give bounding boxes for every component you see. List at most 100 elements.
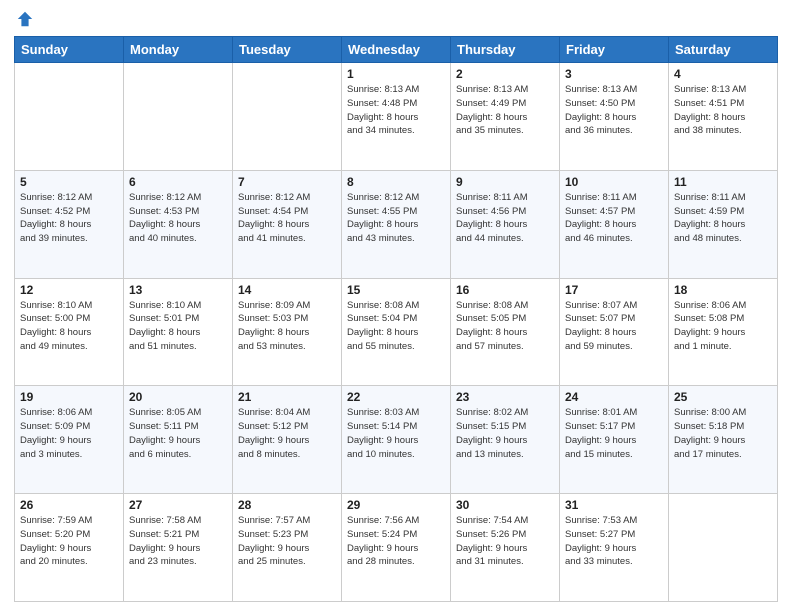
day-info: Sunrise: 8:03 AMSunset: 5:14 PMDaylight:… <box>347 406 445 461</box>
calendar-cell: 16 Sunrise: 8:08 AMSunset: 5:05 PMDayligh… <box>451 278 560 386</box>
day-info: Sunrise: 7:56 AMSunset: 5:24 PMDaylight:… <box>347 514 445 569</box>
day-number: 15 <box>347 283 445 297</box>
calendar-cell <box>15 63 124 171</box>
day-number: 1 <box>347 67 445 81</box>
calendar-cell: 15Sunrise: 8:08 AMSunset: 5:04 PMDayligh… <box>342 278 451 386</box>
day-info: Sunrise: 8:11 AMSunset: 4:56 PMDaylight:… <box>456 191 554 246</box>
calendar-cell: 6 Sunrise: 8:12 AMSunset: 4:53 PMDaylight… <box>124 170 233 278</box>
calendar-week-3: 12 Sunrise: 8:10 AMSunset: 5:00 PMDayligh… <box>15 278 778 386</box>
calendar-cell: 19 Sunrise: 8:06 AMSunset: 5:09 PMDayligh… <box>15 386 124 494</box>
calendar-cell <box>233 63 342 171</box>
calendar-cell: 27 Sunrise: 7:58 AMSunset: 5:21 PMDayligh… <box>124 494 233 602</box>
calendar-body: 1 Sunrise: 8:13 AMSunset: 4:48 PMDaylight… <box>15 63 778 602</box>
day-number: 14 <box>238 283 336 297</box>
day-info: Sunrise: 8:06 AMSunset: 5:08 PMDaylight:… <box>674 299 772 354</box>
day-info: Sunrise: 8:13 AMSunset: 4:48 PMDaylight:… <box>347 83 445 138</box>
logo <box>14 10 34 28</box>
calendar-week-5: 26 Sunrise: 7:59 AMSunset: 5:20 PMDayligh… <box>15 494 778 602</box>
calendar-cell: 26 Sunrise: 7:59 AMSunset: 5:20 PMDayligh… <box>15 494 124 602</box>
day-number: 31 <box>565 498 663 512</box>
day-number: 18 <box>674 283 772 297</box>
day-number: 17 <box>565 283 663 297</box>
day-number: 26 <box>20 498 118 512</box>
day-number: 16 <box>456 283 554 297</box>
day-number: 9 <box>456 175 554 189</box>
day-info: Sunrise: 7:59 AMSunset: 5:20 PMDaylight:… <box>20 514 118 569</box>
calendar-cell: 3 Sunrise: 8:13 AMSunset: 4:50 PMDaylight… <box>560 63 669 171</box>
day-number: 30 <box>456 498 554 512</box>
day-info: Sunrise: 8:12 AMSunset: 4:53 PMDaylight:… <box>129 191 227 246</box>
day-info: Sunrise: 8:13 AMSunset: 4:50 PMDaylight:… <box>565 83 663 138</box>
day-info: Sunrise: 8:12 AMSunset: 4:54 PMDaylight:… <box>238 191 336 246</box>
calendar-cell: 25 Sunrise: 8:00 AMSunset: 5:18 PMDayligh… <box>669 386 778 494</box>
day-number: 7 <box>238 175 336 189</box>
day-number: 12 <box>20 283 118 297</box>
day-info: Sunrise: 8:12 AMSunset: 4:52 PMDaylight:… <box>20 191 118 246</box>
calendar-cell: 21 Sunrise: 8:04 AMSunset: 5:12 PMDayligh… <box>233 386 342 494</box>
page: Sunday Monday Tuesday Wednesday Thursday… <box>0 0 792 612</box>
day-number: 4 <box>674 67 772 81</box>
day-info: Sunrise: 8:08 AMSunset: 5:05 PMDaylight:… <box>456 299 554 354</box>
col-friday: Friday <box>560 37 669 63</box>
day-number: 2 <box>456 67 554 81</box>
calendar-week-2: 5 Sunrise: 8:12 AMSunset: 4:52 PMDaylight… <box>15 170 778 278</box>
day-number: 5 <box>20 175 118 189</box>
col-sunday: Sunday <box>15 37 124 63</box>
day-info: Sunrise: 8:09 AMSunset: 5:03 PMDaylight:… <box>238 299 336 354</box>
day-number: 20 <box>129 390 227 404</box>
day-info: Sunrise: 8:00 AMSunset: 5:18 PMDaylight:… <box>674 406 772 461</box>
calendar-cell: 8 Sunrise: 8:12 AMSunset: 4:55 PMDaylight… <box>342 170 451 278</box>
calendar-cell: 2 Sunrise: 8:13 AMSunset: 4:49 PMDaylight… <box>451 63 560 171</box>
day-number: 22 <box>347 390 445 404</box>
day-info: Sunrise: 7:53 AMSunset: 5:27 PMDaylight:… <box>565 514 663 569</box>
col-thursday: Thursday <box>451 37 560 63</box>
day-number: 23 <box>456 390 554 404</box>
logo-icon <box>16 10 34 28</box>
header <box>14 10 778 28</box>
calendar-cell <box>669 494 778 602</box>
calendar-cell: 12 Sunrise: 8:10 AMSunset: 5:00 PMDayligh… <box>15 278 124 386</box>
day-info: Sunrise: 8:11 AMSunset: 4:59 PMDaylight:… <box>674 191 772 246</box>
day-info: Sunrise: 8:06 AMSunset: 5:09 PMDaylight:… <box>20 406 118 461</box>
calendar-cell: 22 Sunrise: 8:03 AMSunset: 5:14 PMDayligh… <box>342 386 451 494</box>
calendar-cell: 9 Sunrise: 8:11 AMSunset: 4:56 PMDaylight… <box>451 170 560 278</box>
calendar-cell: 5 Sunrise: 8:12 AMSunset: 4:52 PMDaylight… <box>15 170 124 278</box>
calendar-header-row: Sunday Monday Tuesday Wednesday Thursday… <box>15 37 778 63</box>
day-info: Sunrise: 7:57 AMSunset: 5:23 PMDaylight:… <box>238 514 336 569</box>
day-info: Sunrise: 8:13 AMSunset: 4:49 PMDaylight:… <box>456 83 554 138</box>
day-number: 29 <box>347 498 445 512</box>
day-info: Sunrise: 8:12 AMSunset: 4:55 PMDaylight:… <box>347 191 445 246</box>
day-info: Sunrise: 8:04 AMSunset: 5:12 PMDaylight:… <box>238 406 336 461</box>
calendar-week-1: 1 Sunrise: 8:13 AMSunset: 4:48 PMDaylight… <box>15 63 778 171</box>
calendar-cell: 29 Sunrise: 7:56 AMSunset: 5:24 PMDayligh… <box>342 494 451 602</box>
day-number: 24 <box>565 390 663 404</box>
day-number: 11 <box>674 175 772 189</box>
calendar-cell: 7 Sunrise: 8:12 AMSunset: 4:54 PMDaylight… <box>233 170 342 278</box>
day-number: 27 <box>129 498 227 512</box>
day-number: 21 <box>238 390 336 404</box>
day-info: Sunrise: 8:10 AMSunset: 5:01 PMDaylight:… <box>129 299 227 354</box>
day-number: 3 <box>565 67 663 81</box>
calendar-week-4: 19 Sunrise: 8:06 AMSunset: 5:09 PMDayligh… <box>15 386 778 494</box>
calendar-cell: 24Sunrise: 8:01 AMSunset: 5:17 PMDayligh… <box>560 386 669 494</box>
day-number: 6 <box>129 175 227 189</box>
day-info: Sunrise: 7:58 AMSunset: 5:21 PMDaylight:… <box>129 514 227 569</box>
day-info: Sunrise: 8:10 AMSunset: 5:00 PMDaylight:… <box>20 299 118 354</box>
day-info: Sunrise: 8:05 AMSunset: 5:11 PMDaylight:… <box>129 406 227 461</box>
day-number: 25 <box>674 390 772 404</box>
col-saturday: Saturday <box>669 37 778 63</box>
day-number: 28 <box>238 498 336 512</box>
calendar-cell: 23 Sunrise: 8:02 AMSunset: 5:15 PMDayligh… <box>451 386 560 494</box>
calendar-cell: 4Sunrise: 8:13 AMSunset: 4:51 PMDaylight… <box>669 63 778 171</box>
day-number: 19 <box>20 390 118 404</box>
col-wednesday: Wednesday <box>342 37 451 63</box>
calendar-cell: 10Sunrise: 8:11 AMSunset: 4:57 PMDayligh… <box>560 170 669 278</box>
calendar-cell: 13Sunrise: 8:10 AMSunset: 5:01 PMDayligh… <box>124 278 233 386</box>
day-info: Sunrise: 8:02 AMSunset: 5:15 PMDaylight:… <box>456 406 554 461</box>
calendar-cell <box>124 63 233 171</box>
calendar-cell: 31 Sunrise: 7:53 AMSunset: 5:27 PMDayligh… <box>560 494 669 602</box>
day-info: Sunrise: 7:54 AMSunset: 5:26 PMDaylight:… <box>456 514 554 569</box>
day-number: 8 <box>347 175 445 189</box>
calendar-cell: 18 Sunrise: 8:06 AMSunset: 5:08 PMDayligh… <box>669 278 778 386</box>
calendar-cell: 17Sunrise: 8:07 AMSunset: 5:07 PMDayligh… <box>560 278 669 386</box>
